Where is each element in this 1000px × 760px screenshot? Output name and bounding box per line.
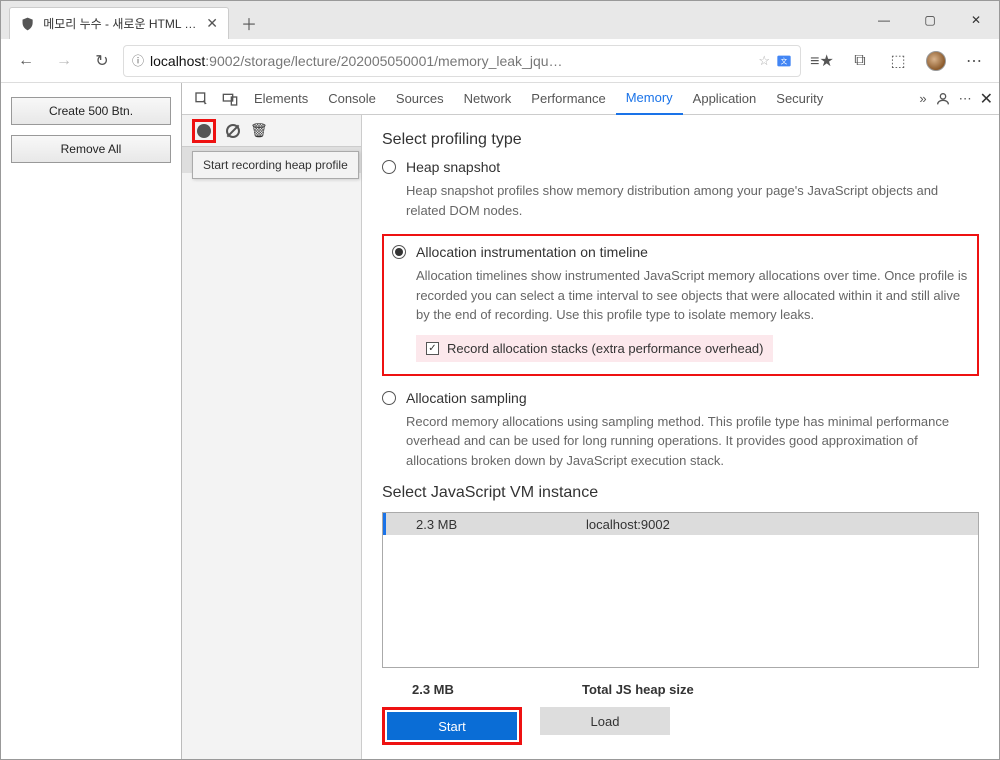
allocation-sampling-title: Allocation sampling (406, 390, 527, 406)
browser-tab[interactable]: 메모리 누수 - 새로운 HTML 요소 ✕ (9, 7, 229, 39)
collections-button[interactable]: ⧉ (843, 44, 877, 78)
toolbar: ← → ↻ ⓘ localhost:9002/storage/lecture/2… (1, 39, 999, 83)
new-tab-button[interactable]: ＋ (235, 9, 263, 37)
total-label: Total JS heap size (582, 682, 694, 697)
radio-allocation-timeline[interactable] (392, 245, 406, 259)
tab-console[interactable]: Console (318, 83, 386, 115)
memory-main: Select profiling type Heap snapshot Heap… (362, 115, 999, 759)
record-button-highlight (192, 119, 216, 143)
browser-window: 메모리 누수 - 새로운 HTML 요소 ✕ ＋ — ▢ ✕ ← → ↻ ⓘ l… (0, 0, 1000, 760)
vm-size: 2.3 MB (386, 517, 586, 532)
vm-instance-heading: Select JavaScript VM instance (382, 484, 979, 502)
tab-network[interactable]: Network (454, 83, 522, 115)
vm-name: localhost:9002 (586, 517, 670, 532)
devtools-panel: Elements Console Sources Network Perform… (181, 83, 999, 759)
menu-button[interactable]: ⋯ (957, 44, 991, 78)
profiles-sidebar: 🗑 Profiles Start recording heap profile (182, 115, 362, 759)
remove-all-button[interactable]: Remove All (11, 135, 171, 163)
record-toolbar: 🗑 (182, 115, 361, 147)
radio-allocation-sampling[interactable] (382, 391, 396, 405)
favorites-button[interactable]: ≡★ (805, 44, 839, 78)
tab-application[interactable]: Application (683, 83, 767, 115)
totals-row: 2.3 MB Total JS heap size (382, 682, 979, 697)
content-area: Create 500 Btn. Remove All Elements Cons… (1, 83, 999, 759)
vm-instance-row[interactable]: 2.3 MB localhost:9002 (383, 513, 978, 535)
inspect-icon[interactable] (188, 85, 216, 113)
shield-icon (20, 16, 35, 32)
allocation-timeline-title: Allocation instrumentation on timeline (416, 244, 648, 260)
more-tabs-icon[interactable]: » (919, 91, 926, 106)
checkbox-record-stacks[interactable]: ✓ (426, 342, 439, 355)
total-size: 2.3 MB (382, 682, 582, 697)
window-controls: — ▢ ✕ (861, 1, 999, 39)
tab-title: 메모리 누수 - 새로운 HTML 요소 (43, 15, 198, 32)
url-text: localhost:9002/storage/lecture/202005050… (150, 53, 752, 69)
tab-security[interactable]: Security (766, 83, 833, 115)
address-bar[interactable]: ⓘ localhost:9002/storage/lecture/2020050… (123, 45, 801, 77)
memory-panel: 🗑 Profiles Start recording heap profile … (182, 115, 999, 759)
record-stacks-label: Record allocation stacks (extra performa… (447, 341, 763, 356)
load-button[interactable]: Load (540, 707, 670, 735)
heap-snapshot-desc: Heap snapshot profiles show memory distr… (406, 181, 979, 220)
option-allocation-sampling[interactable]: Allocation sampling Record memory alloca… (382, 390, 979, 471)
page-body: Create 500 Btn. Remove All (1, 83, 181, 759)
heap-snapshot-title: Heap snapshot (406, 159, 500, 175)
vm-instance-list: 2.3 MB localhost:9002 (382, 512, 979, 668)
star-icon[interactable]: ☆ (758, 53, 770, 69)
tab-memory[interactable]: Memory (616, 83, 683, 115)
allocation-timeline-desc: Allocation timelines show instrumented J… (416, 266, 969, 325)
record-tooltip: Start recording heap profile (192, 151, 359, 179)
refresh-button[interactable]: ↻ (85, 44, 119, 78)
allocation-sampling-desc: Record memory allocations using sampling… (406, 412, 979, 471)
profiling-type-heading: Select profiling type (382, 131, 979, 149)
back-button[interactable]: ← (9, 44, 43, 78)
trash-icon[interactable]: 🗑 (250, 122, 268, 139)
translate-icon[interactable]: 文 (776, 53, 792, 69)
minimize-button[interactable]: — (861, 1, 907, 39)
record-stacks-row[interactable]: ✓ Record allocation stacks (extra perfor… (416, 335, 773, 362)
tab-performance[interactable]: Performance (521, 83, 615, 115)
forward-button: → (47, 44, 81, 78)
info-icon[interactable]: ⓘ (132, 52, 144, 69)
clear-icon[interactable] (226, 124, 240, 138)
create-500-button[interactable]: Create 500 Btn. (11, 97, 171, 125)
gear-icon[interactable] (935, 91, 951, 107)
tab-elements[interactable]: Elements (244, 83, 318, 115)
device-toggle-icon[interactable] (216, 85, 244, 113)
profile-avatar[interactable] (919, 44, 953, 78)
record-button[interactable] (197, 124, 211, 138)
extensions-button[interactable]: ⬚ (881, 44, 915, 78)
devtools-close-icon[interactable]: ✕ (980, 89, 993, 109)
start-button-highlight: Start (382, 707, 522, 745)
close-icon[interactable]: ✕ (206, 15, 218, 32)
maximize-button[interactable]: ▢ (907, 1, 953, 39)
tab-sources[interactable]: Sources (386, 83, 454, 115)
title-bar: 메모리 누수 - 새로운 HTML 요소 ✕ ＋ — ▢ ✕ (1, 1, 999, 39)
action-buttons: Start Load (382, 707, 979, 745)
close-button[interactable]: ✕ (953, 1, 999, 39)
option-allocation-timeline[interactable]: Allocation instrumentation on timeline A… (382, 234, 979, 376)
svg-text:文: 文 (781, 56, 788, 65)
devtools-tabs: Elements Console Sources Network Perform… (182, 83, 999, 115)
kebab-icon[interactable]: ⋯ (959, 91, 972, 107)
radio-heap-snapshot[interactable] (382, 160, 396, 174)
start-button[interactable]: Start (387, 712, 517, 740)
option-heap-snapshot[interactable]: Heap snapshot Heap snapshot profiles sho… (382, 159, 979, 220)
